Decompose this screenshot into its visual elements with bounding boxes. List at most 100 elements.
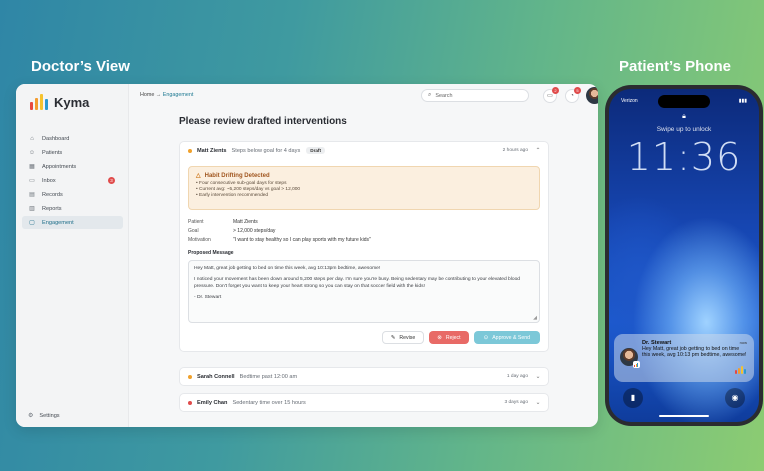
status-dot: [188, 374, 192, 379]
proposed-message-textarea[interactable]: Hey Matt, great job getting to bed on ti…: [188, 260, 540, 323]
logo-bar: [30, 102, 33, 110]
document-icon: ▤: [29, 192, 35, 198]
sidebar-item-dashboard[interactable]: ⌂ Dashboard: [22, 132, 123, 145]
info-value: Matt Zients: [233, 218, 258, 225]
chat-icon: ▭: [547, 93, 553, 99]
info-key: Goal: [188, 227, 199, 234]
logo-bar: [35, 98, 38, 110]
doctors-view-heading: Doctor’s View: [31, 58, 130, 75]
sidebar-item-engagement[interactable]: ▢ Engagement: [22, 216, 123, 229]
sidebar-item-label: Records: [42, 191, 63, 198]
notification-banner[interactable]: Dr. Stewart now Hey Matt, great job gett…: [614, 334, 754, 382]
sidebar-item-records[interactable]: ▤ Records: [22, 188, 123, 201]
search-input[interactable]: ⌕ Search: [421, 89, 529, 102]
sidebar-item-label: Patients: [42, 149, 63, 156]
info-row-goal: Goal > 12,000 steps/day: [188, 226, 540, 235]
inbox-count-badge: 3: [108, 177, 115, 184]
status-dot: [188, 400, 192, 405]
lock-icon: 🔒︎: [682, 113, 686, 120]
sidebar-item-label: Inbox: [42, 177, 56, 184]
patient-name: Sarah Connell: [197, 373, 235, 380]
battery-icon: ▮▮▮: [738, 98, 747, 104]
messages-button[interactable]: ▭ 2: [543, 87, 559, 103]
chevron-down-icon[interactable]: ⌄: [528, 399, 548, 406]
info-row-patient: Patient Matt Zients: [188, 217, 540, 226]
habit-alert: △ Habit Drifting Detected • Four consecu…: [188, 166, 540, 210]
approve-send-button[interactable]: ⊙ Approve & Send: [473, 331, 540, 344]
card-header[interactable]: Sarah Connell Bedtime past 12:00 am 1 day …: [180, 368, 548, 385]
search-placeholder: Search: [435, 92, 453, 99]
reject-button[interactable]: ⊗ Reject: [429, 331, 469, 344]
message-paragraph: - Dr. Stewart: [194, 294, 222, 300]
breadcrumb-current: Engagement: [162, 92, 194, 98]
check-circle-icon: ⊙: [483, 334, 489, 341]
resize-handle-icon[interactable]: ◢: [533, 315, 537, 321]
card-summary: Bedtime past 12:00 am: [239, 373, 298, 380]
card-summary: Sedentary time over 15 hours: [232, 399, 306, 406]
revise-button[interactable]: ✎ Revise: [381, 331, 425, 344]
sidebar-item-label: Settings: [39, 412, 60, 419]
alert-title: △ Habit Drifting Detected: [196, 172, 532, 180]
intervention-card-expanded: Matt Zients Steps below goal for 4 days …: [179, 141, 549, 352]
sidebar-item-reports[interactable]: ▥ Reports: [22, 202, 123, 215]
page-title: Please review drafted interventions: [179, 116, 347, 127]
draft-badge: Draft: [306, 147, 325, 154]
app-window: Kyma ⌂ Dashboard ☺ Patients ▦ Appointments ▭ In…: [16, 84, 598, 427]
alert-bullets: • Four consecutive sub-goal days for ste…: [196, 181, 532, 200]
status-dot: [188, 148, 192, 153]
breadcrumb-home[interactable]: Home: [140, 92, 154, 98]
message-body: Hey Matt, great job getting to bed on ti…: [194, 266, 534, 301]
logo-bar: [45, 99, 48, 110]
reject-label: Reject: [445, 334, 461, 341]
chevron-down-icon[interactable]: ⌄: [528, 373, 548, 380]
avatar[interactable]: [586, 87, 598, 104]
sidebar-item-inbox[interactable]: ▭ Inbox 3: [22, 174, 123, 187]
logo-text: Kyma: [54, 95, 90, 110]
alert-bullet: • Early intervention recommended: [196, 193, 269, 199]
main-content: Home → Engagement ⌕ Search ▭ 2 ◔ 5 Pleas…: [129, 84, 598, 427]
message-paragraph: Hey Matt, great job getting to bed on ti…: [194, 266, 381, 271]
users-icon: ☺: [28, 149, 36, 156]
patient-info: Patient Matt Zients Goal > 12,000 steps/day…: [188, 217, 540, 244]
notifications-button[interactable]: ◔ 5: [565, 87, 581, 103]
flashlight-icon[interactable]: ▮: [623, 388, 643, 408]
home-indicator: [659, 415, 709, 417]
sidebar-nav: ⌂ Dashboard ☺ Patients ▦ Appointments ▭ Inbox 3 ▤…: [22, 132, 123, 230]
sidebar-item-appointments[interactable]: ▦ Appointments: [22, 160, 123, 173]
info-key: Patient: [188, 218, 204, 225]
sidebar-item-label: Dashboard: [42, 135, 70, 142]
messages-count-badge: 2: [552, 87, 559, 94]
chart-icon: ▥: [29, 206, 35, 212]
sidebar-item-patients[interactable]: ☺ Patients: [22, 146, 123, 159]
camera-icon[interactable]: ◉: [725, 388, 745, 408]
card-header[interactable]: Emily Chan Sedentary time over 15 hours 3 …: [180, 394, 548, 411]
alert-title-text: Habit Drifting Detected: [204, 172, 270, 179]
gear-icon: ⚙: [28, 413, 34, 419]
card-timestamp: 1 day ago: [506, 374, 528, 379]
patient-phone: Verizon ▮▮▮ 🔒︎ Swipe up to unlock 11:36 …: [605, 85, 763, 426]
card-header[interactable]: Matt Zients Steps below goal for 4 days …: [180, 142, 548, 159]
intervention-card-collapsed[interactable]: Emily Chan Sedentary time over 15 hours 3 …: [179, 393, 549, 412]
patient-name: Emily Chan: [197, 399, 228, 406]
kyma-logo[interactable]: Kyma: [30, 94, 89, 110]
info-value: > 12,000 steps/day: [233, 227, 276, 234]
intervention-card-collapsed[interactable]: Sarah Connell Bedtime past 12:00 am 1 day …: [179, 367, 549, 386]
card-timestamp: 2 hours ago: [502, 148, 528, 153]
search-icon: ⌕: [428, 92, 432, 98]
logo-bar: [40, 94, 43, 110]
sidebar-item-label: Appointments: [42, 163, 77, 170]
calendar-icon: ▦: [29, 164, 35, 170]
info-row-motivation: Motivation "I want to stay healthy so I c…: [188, 235, 540, 244]
warning-icon: △: [196, 173, 201, 179]
sidebar: Kyma ⌂ Dashboard ☺ Patients ▦ Appointments ▭ In…: [16, 84, 129, 427]
sidebar-item-settings[interactable]: ⚙ Settings: [28, 412, 60, 420]
patient-name: Matt Zients: [197, 147, 227, 154]
sidebar-item-label: Reports: [42, 205, 62, 212]
revise-label: Revise: [399, 334, 416, 341]
top-bar: Home → Engagement ⌕ Search ▭ 2 ◔ 5: [129, 84, 598, 106]
chevron-up-icon[interactable]: ⌃: [528, 147, 548, 154]
swipe-hint: Swipe up to unlock: [656, 126, 712, 133]
card-actions: ✎ Revise ⊗ Reject ⊙ Approve & Send: [180, 331, 540, 344]
lock-screen: Verizon ▮▮▮ 🔒︎ Swipe up to unlock 11:36 …: [609, 89, 759, 422]
sidebar-item-label: Engagement: [42, 219, 74, 226]
